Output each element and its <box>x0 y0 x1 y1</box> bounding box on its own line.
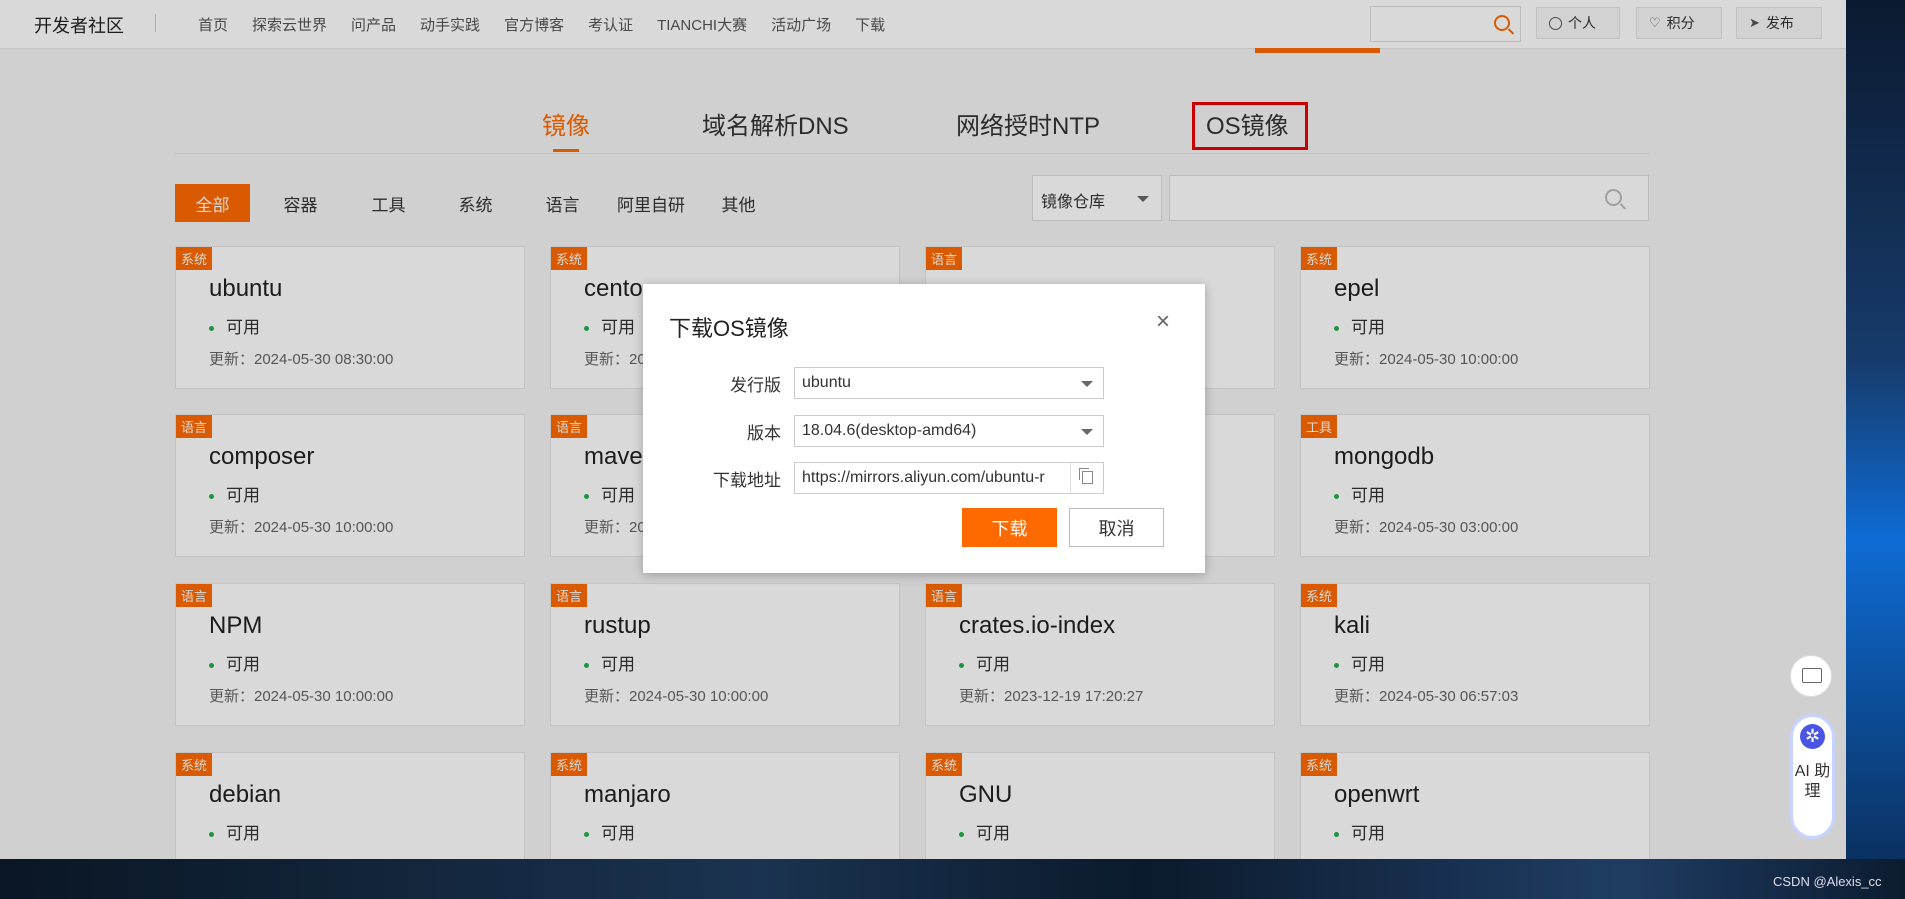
url-label: 下载地址 <box>713 471 781 490</box>
download-os-dialog: 下载OS镜像 × 发行版 ubuntu 版本 18.04.6(desktop-a… <box>643 284 1205 573</box>
dialog-title: 下载OS镜像 <box>669 316 789 341</box>
sparkle-icon: ✲ <box>1800 724 1825 749</box>
version-label: 版本 <box>747 424 781 443</box>
ai-assistant-button[interactable]: ✲ AI 助 理 <box>1790 714 1835 839</box>
download-button[interactable]: 下载 <box>962 508 1057 547</box>
chevron-down-icon <box>1081 429 1093 435</box>
browser-page: 开发者社区 首页 探索云世界 问产品 动手实践 官方博客 考认证 TIANCHI… <box>0 0 1846 859</box>
chat-bubble-icon <box>1802 668 1822 683</box>
desktop-background-bottom <box>0 859 1905 899</box>
feedback-button[interactable] <box>1790 655 1832 697</box>
distro-select[interactable]: ubuntu <box>794 367 1104 399</box>
cancel-button[interactable]: 取消 <box>1069 508 1164 547</box>
download-url-field[interactable]: https://mirrors.aliyun.com/ubuntu-r <box>794 462 1104 494</box>
version-select[interactable]: 18.04.6(desktop-amd64) <box>794 415 1104 447</box>
chevron-down-icon <box>1081 381 1093 387</box>
ai-assistant-label: AI 助 理 <box>1794 763 1831 800</box>
watermark: CSDN @Alexis_cc <box>1773 874 1882 889</box>
copy-icon[interactable] <box>1070 463 1103 493</box>
desktop-background-right <box>1846 0 1905 899</box>
distro-label: 发行版 <box>730 376 781 395</box>
close-icon[interactable]: × <box>1156 310 1170 334</box>
